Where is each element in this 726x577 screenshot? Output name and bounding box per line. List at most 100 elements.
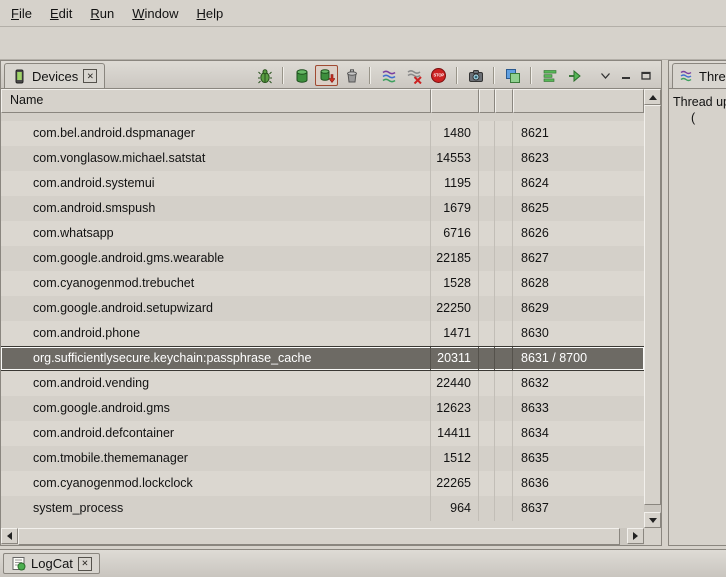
screen-capture-button[interactable] [463,65,488,87]
tab-logcat[interactable]: LogCat [3,553,100,574]
horizontal-scrollbar-row [1,528,661,545]
devices-view: Devices [0,60,662,546]
table-row[interactable]: com.cyanogenmod.trebuchet15288628 [1,271,644,296]
cell-name: com.android.defcontainer [1,421,431,446]
cell-spacer-1 [479,296,495,321]
opengl-trace-button[interactable] [562,65,587,87]
cell-ports: 8624 [513,171,644,196]
table-row[interactable]: com.tmobile.thememanager15128635 [1,446,644,471]
close-icon[interactable] [78,557,92,571]
menu-window[interactable]: Window [123,2,187,25]
vertical-scrollbar-thumb[interactable] [644,105,661,505]
menu-run[interactable]: Run [81,2,123,25]
cell-pid: 1512 [431,446,479,471]
cell-ports: 8621 [513,121,644,146]
update-threads-icon [381,68,397,84]
cell-spacer-2 [495,296,513,321]
debug-icon [257,68,273,84]
maximize-button[interactable] [641,71,651,80]
toolbar-separator [282,67,284,84]
maximize-icon [641,71,651,80]
scroll-left-button[interactable] [1,528,18,544]
update-heap-button[interactable] [289,65,314,87]
cell-name: com.google.android.gms [1,396,431,421]
table-row[interactable]: com.bel.android.dspmanager14808621 [1,121,644,146]
update-threads-button[interactable] [376,65,401,87]
systrace-button[interactable] [537,65,562,87]
main-area: Devices [0,60,726,546]
column-header-pid[interactable] [431,89,479,113]
cell-spacer-1 [479,171,495,196]
vertical-scrollbar[interactable] [644,89,661,528]
cell-spacer-2 [495,121,513,146]
tab-devices[interactable]: Devices [4,63,105,88]
menu-file[interactable]: File [2,2,41,25]
view-menu-button[interactable] [600,72,611,80]
horizontal-scrollbar-thumb[interactable] [18,528,620,545]
view-hierarchy-button[interactable] [500,65,525,87]
device-icon [12,69,27,84]
cell-spacer-2 [495,221,513,246]
update-heap-icon [294,68,310,84]
cell-pid: 20311 [431,347,479,370]
cell-spacer-1 [479,246,495,271]
process-table: Name com.bel.android.dspmanager14808621c… [1,89,644,528]
column-header-port[interactable] [513,89,644,113]
threads-message-line-2: ( [673,110,726,126]
table-row[interactable]: com.google.android.gms.wearable221858627 [1,246,644,271]
cell-spacer-1 [479,146,495,171]
cell-spacer-1 [479,471,495,496]
stop-process-button[interactable]: STOP [426,65,451,87]
cause-gc-button[interactable] [339,65,364,87]
table-row[interactable]: org.sufficientlysecure.keychain:passphra… [1,346,644,371]
table-row[interactable]: com.android.vending224408632 [1,371,644,396]
column-header-spacer-2[interactable] [495,89,513,113]
column-header-name[interactable]: Name [1,89,431,113]
cell-name: com.google.android.gms.wearable [1,246,431,271]
threads-icon [680,69,694,83]
menu-help[interactable]: Help [187,2,232,25]
cell-spacer-1 [479,321,495,346]
arrow-down-icon [649,518,657,523]
table-row[interactable]: com.android.defcontainer144118634 [1,421,644,446]
table-header: Name [1,89,644,113]
minimize-button[interactable] [621,71,631,80]
table-row[interactable]: com.android.phone14718630 [1,321,644,346]
scroll-up-button[interactable] [644,89,661,105]
tab-threads[interactable]: Threa [672,63,726,88]
horizontal-scrollbar[interactable] [1,528,644,545]
table-row[interactable]: com.whatsapp67168626 [1,221,644,246]
debug-button[interactable] [252,65,277,87]
devices-tabbar: Devices [1,61,661,89]
table-row[interactable]: com.google.android.gms126238633 [1,396,644,421]
toolbar-separator [493,67,495,84]
cell-spacer-2 [495,171,513,196]
logcat-bar: LogCat [0,549,726,577]
stop-label: STOP [433,73,443,77]
stop-profiling-button[interactable] [401,65,426,87]
toolbar-separator [456,67,458,84]
cell-spacer-1 [479,396,495,421]
table-row[interactable]: com.vonglasow.michael.satstat14553 8623 [1,146,644,171]
scroll-right-button[interactable] [627,528,644,544]
cell-name: com.vonglasow.michael.satstat [1,146,431,171]
cell-pid: 14553 [431,146,479,171]
table-row[interactable]: com.google.android.setupwizard222508629 [1,296,644,321]
scroll-down-button[interactable] [644,512,661,528]
close-icon[interactable] [83,69,97,83]
cell-name: com.whatsapp [1,221,431,246]
cell-pid: 22185 [431,246,479,271]
table-row[interactable]: com.cyanogenmod.lockclock222658636 [1,471,644,496]
column-header-spacer-1[interactable] [479,89,495,113]
cell-spacer-2 [495,496,513,521]
dump-hprof-button[interactable] [315,65,338,86]
menu-edit[interactable]: Edit [41,2,81,25]
table-row[interactable]: com.android.smspush16798625 [1,196,644,221]
table-row[interactable]: system_process9648637 [1,496,644,521]
cell-name: com.google.android.setupwizard [1,296,431,321]
cell-spacer-2 [495,146,513,171]
cell-spacer-1 [479,347,495,370]
table-row[interactable]: com.android.systemui11958624 [1,171,644,196]
cell-spacer-2 [495,347,513,370]
cell-ports: 8623 [513,146,644,171]
